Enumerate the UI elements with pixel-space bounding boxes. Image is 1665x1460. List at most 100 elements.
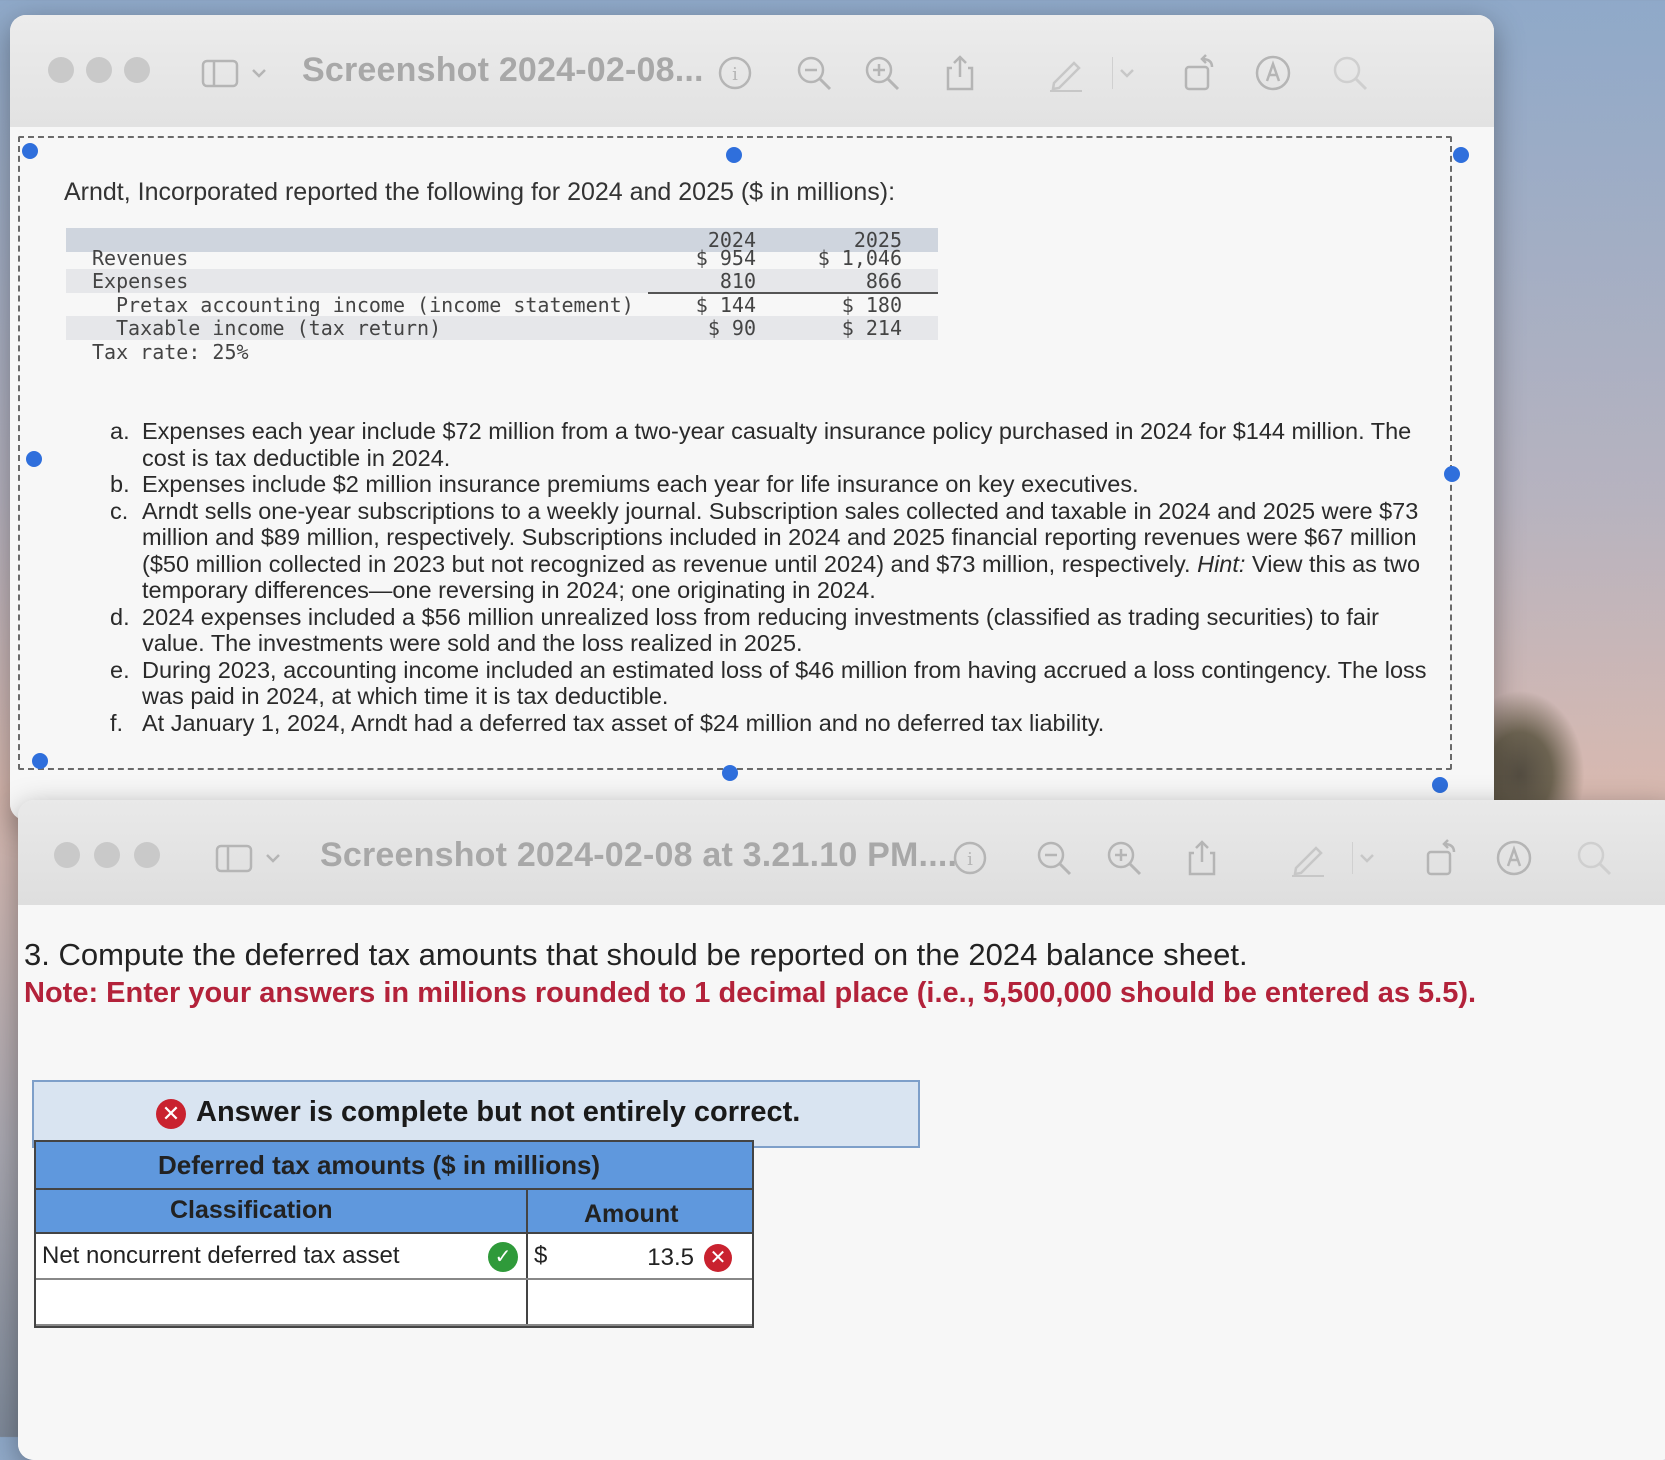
note-text: Expenses each year include $72 million f… xyxy=(142,418,1412,471)
classification-dropdown[interactable]: Net noncurrent deferred tax asset ✓ xyxy=(36,1234,528,1278)
note-label: f. xyxy=(110,709,124,736)
answer-table-caption-text: Deferred tax amounts ($ in millions) xyxy=(158,1150,601,1180)
table-row-empty xyxy=(36,1280,752,1326)
row-value-2025: $ 214 xyxy=(841,316,902,340)
window-1-title: Screenshot 2024-02-08... xyxy=(302,51,704,89)
note-label: d. xyxy=(110,603,130,630)
zoom-window-button[interactable] xyxy=(124,57,150,83)
row-value-2024: $ 954 xyxy=(695,245,756,270)
sidebar-icon[interactable] xyxy=(214,838,254,878)
annotate-icon[interactable] xyxy=(1253,53,1293,93)
note-item: d. 2024 expenses included a $56 million … xyxy=(110,604,1440,657)
row-value-2024: $ 90 xyxy=(707,316,756,340)
selection-handle-top-left[interactable] xyxy=(22,143,38,159)
markup-chevron-icon[interactable] xyxy=(1111,53,1138,93)
answer-table-caption: Deferred tax amounts ($ in millions) xyxy=(36,1142,752,1190)
note-text: 2024 expenses included a $56 million unr… xyxy=(142,603,1379,657)
zoom-in-icon[interactable] xyxy=(862,53,902,93)
zoom-in-icon[interactable] xyxy=(1104,838,1144,878)
zoom-out-icon[interactable] xyxy=(1034,838,1074,878)
row-value-2025: $ 1,046 xyxy=(817,245,902,270)
row-label: Expenses xyxy=(92,269,189,293)
row-label: Taxable income (tax return) xyxy=(116,316,442,340)
selection-handle-bottom-left[interactable] xyxy=(32,753,48,769)
zoom-out-icon[interactable] xyxy=(794,53,834,93)
correct-check-icon: ✓ xyxy=(488,1242,518,1272)
window-1-titlebar: Screenshot 2024-02-08... i xyxy=(10,15,1494,128)
rotate-icon[interactable] xyxy=(1180,53,1220,93)
tax-rate-label: Tax rate: 25% xyxy=(92,339,249,364)
rotate-icon[interactable] xyxy=(1422,838,1462,878)
note-item: a. Expenses each year include $72 millio… xyxy=(110,418,1440,471)
note-label: e. xyxy=(110,656,130,683)
selection-handle-bottom-middle[interactable] xyxy=(722,765,738,781)
result-banner: ✕ Answer is complete but not entirely co… xyxy=(32,1080,920,1148)
note-text: Expenses include $2 million insurance pr… xyxy=(142,471,1139,497)
info-icon[interactable]: i xyxy=(715,53,755,93)
search-icon[interactable] xyxy=(1574,838,1614,878)
share-icon[interactable] xyxy=(1182,838,1222,878)
row-label: Pretax accounting income (income stateme… xyxy=(116,292,634,317)
chevron-down-icon[interactable] xyxy=(260,838,286,878)
row-value-2025: 866 xyxy=(865,269,902,293)
table-row: Expenses 810 866 xyxy=(66,269,938,294)
selection-handle-middle-left[interactable] xyxy=(26,451,42,467)
markup-pen-icon[interactable] xyxy=(1046,53,1086,93)
selection-handle-top-middle[interactable] xyxy=(726,147,742,163)
row-value-2024: $ 144 xyxy=(695,292,756,317)
selection-handle-bottom-right[interactable] xyxy=(1432,777,1448,793)
row-value-2025: $ 180 xyxy=(841,292,902,317)
problem-notes: a. Expenses each year include $72 millio… xyxy=(110,418,1440,736)
info-icon[interactable]: i xyxy=(950,838,990,878)
markup-pen-icon[interactable] xyxy=(1288,838,1328,878)
note-label: b. xyxy=(110,471,130,497)
minimize-window-button[interactable] xyxy=(94,842,120,868)
table-row: Pretax accounting income (income stateme… xyxy=(66,293,938,317)
minimize-window-button[interactable] xyxy=(86,57,112,83)
share-icon[interactable] xyxy=(940,53,980,93)
note-item: b. Expenses include $2 million insurance… xyxy=(110,471,1440,498)
answer-table-header-row: Classification Amount xyxy=(36,1190,752,1234)
note-item: e. During 2023, accounting income includ… xyxy=(110,657,1440,710)
zoom-window-button[interactable] xyxy=(134,842,160,868)
tax-rate-row: Tax rate: 25% xyxy=(66,340,938,364)
svg-text:i: i xyxy=(732,64,738,85)
selection-handle-top-right[interactable] xyxy=(1453,147,1469,163)
search-icon[interactable] xyxy=(1330,53,1370,93)
incorrect-x-icon: ✕ xyxy=(704,1244,732,1272)
window-2-title: Screenshot 2024-02-08 at 3.21.10 PM.... xyxy=(320,836,958,874)
classification-value: Net noncurrent deferred tax asset xyxy=(42,1242,400,1269)
svg-text:i: i xyxy=(967,849,973,870)
amount-header: Amount xyxy=(584,1200,679,1228)
table-row: Revenues $ 954 $ 1,046 xyxy=(66,246,938,270)
financial-data-table: 2024 2025 Revenues $ 954 $ 1,046 Expense… xyxy=(66,228,938,364)
window-2-titlebar: Screenshot 2024-02-08 at 3.21.10 PM.... … xyxy=(18,800,1665,907)
classification-header-cell: Classification xyxy=(36,1190,528,1232)
sidebar-icon[interactable] xyxy=(200,53,240,93)
table-row: Net noncurrent deferred tax asset ✓ $ 13… xyxy=(36,1234,752,1280)
row-value-2024: 810 xyxy=(719,269,756,293)
hint-label: Hint: xyxy=(1197,550,1246,577)
annotate-icon[interactable] xyxy=(1494,838,1534,878)
note-text: At January 1, 2024, Arndt had a deferred… xyxy=(142,709,1105,736)
table-row: Taxable income (tax return) $ 90 $ 214 xyxy=(66,316,938,340)
problem-intro: Arndt, Incorporated reported the followi… xyxy=(64,178,896,206)
result-banner-text: Answer is complete but not entirely corr… xyxy=(196,1096,801,1128)
amount-input[interactable]: 13.5 xyxy=(636,1244,694,1272)
row-label: Revenues xyxy=(92,245,189,270)
close-window-button[interactable] xyxy=(48,57,74,83)
chevron-down-icon[interactable] xyxy=(246,53,272,93)
selection-handle-middle-right[interactable] xyxy=(1444,466,1460,482)
empty-classification-cell[interactable] xyxy=(36,1280,528,1324)
note-label: c. xyxy=(110,497,129,524)
classification-header: Classification xyxy=(170,1196,333,1224)
error-x-icon: ✕ xyxy=(156,1099,186,1129)
note-item: f. At January 1, 2024, Arndt had a defer… xyxy=(110,710,1440,737)
note-label: a. xyxy=(110,418,130,444)
note-item: c. Arndt sells one-year subscriptions to… xyxy=(110,498,1440,604)
question-note: Note: Enter your answers in millions rou… xyxy=(24,977,1477,1009)
note-text: During 2023, accounting income included … xyxy=(142,656,1427,710)
currency-symbol: $ xyxy=(534,1242,548,1269)
markup-chevron-icon[interactable] xyxy=(1351,838,1378,878)
close-window-button[interactable] xyxy=(54,842,80,868)
